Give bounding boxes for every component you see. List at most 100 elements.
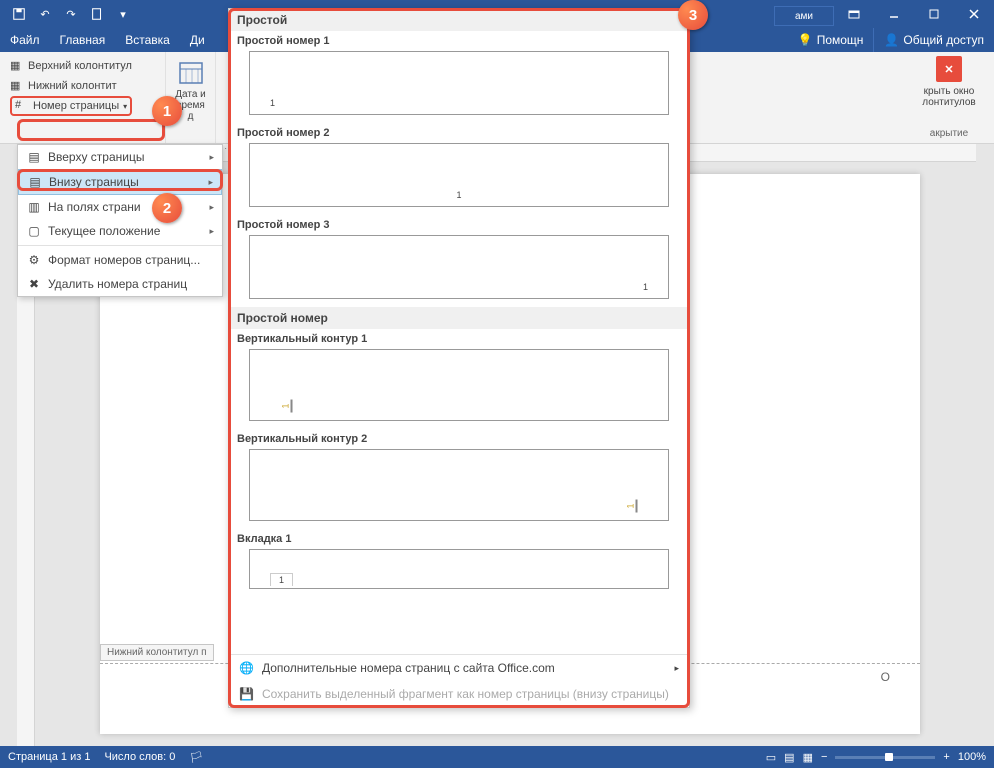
menu-format-numbers[interactable]: ⚙ Формат номеров страниц... <box>18 248 222 272</box>
gallery-save-selection: 💾 Сохранить выделенный фрагмент как номе… <box>229 681 689 707</box>
statusbar: Страница 1 из 1 Число слов: 0 🏳 ▭ ▤ ▦ − … <box>0 746 994 768</box>
badge-2: 2 <box>152 193 182 223</box>
quick-access-toolbar: ↶ ↷ ▾ <box>0 3 142 25</box>
header-icon: ▦ <box>10 59 24 73</box>
gallery-item-label: Вертикальный контур 1 <box>237 333 681 345</box>
tab-file[interactable]: Файл <box>0 28 50 52</box>
tell-me-label: Помощн <box>817 33 864 47</box>
menu-remove-label: Удалить номера страниц <box>48 277 187 291</box>
share-button[interactable]: 👤 Общий доступ <box>873 28 994 52</box>
menu-bottom-of-page[interactable]: ▤ Внизу страницы ▸ <box>18 169 222 195</box>
gallery-item-simple3[interactable]: Простой номер 3 1 <box>229 215 689 307</box>
menu-top-label: Вверху страницы <box>48 150 144 164</box>
tab-design[interactable]: Ди <box>180 28 215 52</box>
menu-current-position[interactable]: ▢ Текущее положение ▸ <box>18 219 222 243</box>
page-number-icon: # <box>15 99 29 113</box>
status-page[interactable]: Страница 1 из 1 <box>8 751 90 763</box>
header-button[interactable]: ▦ Верхний колонтитул <box>6 56 159 76</box>
ribbon-display-button[interactable] <box>834 0 874 28</box>
gallery-item-simple1[interactable]: Простой номер 1 1 <box>229 31 689 123</box>
page-margins-icon: ▥ <box>26 199 42 215</box>
close-label2: лонтитулов <box>914 97 984 108</box>
badge-1: 1 <box>152 96 182 126</box>
menu-separator <box>18 245 222 246</box>
close-window-button[interactable] <box>954 0 994 28</box>
footer-icon: ▦ <box>10 79 24 93</box>
remove-icon: ✖ <box>26 276 42 292</box>
gallery-item-vertical2[interactable]: Вертикальный контур 2 1 <box>229 429 689 529</box>
new-doc-button[interactable] <box>86 3 108 25</box>
tab-home[interactable]: Главная <box>50 28 116 52</box>
close-group-label: акрытие <box>914 128 984 139</box>
zoom-in-button[interactable]: + <box>943 751 949 763</box>
tell-me-button[interactable]: 💡 Помощн <box>788 28 874 52</box>
menu-page-margins[interactable]: ▥ На полях страни ▸ <box>18 195 222 219</box>
close-header-footer-button[interactable]: ✕ <box>936 56 962 82</box>
view-read-icon[interactable]: ▭ <box>766 751 776 764</box>
ribbon-group-close: ✕ крыть окно лонтитулов акрытие <box>904 52 994 143</box>
page-number-gallery: Простой Простой номер 1 1 Простой номер … <box>228 8 690 708</box>
page-number-button[interactable]: # Номер страницы ▾ <box>6 96 159 116</box>
zoom-slider[interactable] <box>835 756 935 759</box>
chevron-down-icon: ▾ <box>123 102 127 111</box>
gallery-item-label: Вкладка 1 <box>237 533 681 545</box>
gallery-item-label: Простой номер 2 <box>237 127 681 139</box>
zoom-level[interactable]: 100% <box>958 751 986 763</box>
page-content-char: O <box>881 670 890 684</box>
header-label: Верхний колонтитул <box>28 60 132 72</box>
ribbon-context-tab[interactable]: ами <box>774 6 834 26</box>
gallery-item-simple2[interactable]: Простой номер 2 1 <box>229 123 689 215</box>
share-label: Общий доступ <box>903 33 984 47</box>
qat-more-button[interactable]: ▾ <box>112 3 134 25</box>
calendar-icon <box>177 58 205 86</box>
gallery-more-label: Дополнительные номера страниц с сайта Of… <box>262 661 555 675</box>
maximize-button[interactable] <box>914 0 954 28</box>
share-icon: 👤 <box>884 33 899 47</box>
page-number-label: Номер страницы <box>33 100 119 112</box>
save-selection-icon: 💾 <box>239 687 254 701</box>
datetime-label1: Дата и <box>172 89 209 100</box>
gallery-item-tab1[interactable]: Вкладка 1 1 <box>229 529 689 597</box>
gallery-section-simple: Простой <box>229 9 689 31</box>
bulb-icon: 💡 <box>798 33 813 47</box>
menu-top-of-page[interactable]: ▤ Вверху страницы ▸ <box>18 145 222 169</box>
close-label1: крыть окно <box>914 86 984 97</box>
chevron-right-icon: ▸ <box>674 663 679 674</box>
gallery-item-label: Вертикальный контур 2 <box>237 433 681 445</box>
status-language-icon[interactable]: 🏳 <box>189 751 203 764</box>
gallery-item-label: Простой номер 1 <box>237 35 681 47</box>
redo-button[interactable]: ↷ <box>60 3 82 25</box>
status-words[interactable]: Число слов: 0 <box>104 751 175 763</box>
gallery-save-label: Сохранить выделенный фрагмент как номер … <box>262 687 669 701</box>
office-icon: 🌐 <box>239 661 254 675</box>
page-bottom-icon: ▤ <box>27 174 43 190</box>
footer-button[interactable]: ▦ Нижний колонтит <box>6 76 159 96</box>
format-icon: ⚙ <box>26 252 42 268</box>
page-number-menu: ▤ Вверху страницы ▸ ▤ Внизу страницы ▸ ▥… <box>17 144 223 297</box>
menu-margins-label: На полях страни <box>48 200 141 214</box>
menu-format-label: Формат номеров страниц... <box>48 253 200 267</box>
undo-button[interactable]: ↶ <box>34 3 56 25</box>
gallery-section-simple-number: Простой номер <box>229 307 689 329</box>
ribbon-group-header-footer: ▦ Верхний колонтитул ▦ Нижний колонтит #… <box>0 52 166 143</box>
gallery-more-office[interactable]: 🌐 Дополнительные номера страниц с сайта … <box>229 655 689 681</box>
view-web-icon[interactable]: ▦ <box>803 751 813 764</box>
tab-insert[interactable]: Вставка <box>115 28 180 52</box>
chevron-right-icon: ▸ <box>209 202 214 213</box>
menu-bottom-label: Внизу страницы <box>49 175 139 189</box>
menu-current-label: Текущее положение <box>48 224 160 238</box>
menu-remove-numbers[interactable]: ✖ Удалить номера страниц <box>18 272 222 296</box>
gallery-footer: 🌐 Дополнительные номера страниц с сайта … <box>229 654 689 707</box>
badge-3: 3 <box>678 0 708 30</box>
chevron-right-icon: ▸ <box>209 226 214 237</box>
gallery-item-label: Простой номер 3 <box>237 219 681 231</box>
footer-tag: Нижний колонтитул п <box>100 644 214 661</box>
current-pos-icon: ▢ <box>26 223 42 239</box>
view-print-icon[interactable]: ▤ <box>784 751 794 764</box>
zoom-out-button[interactable]: − <box>821 751 827 763</box>
chevron-right-icon: ▸ <box>209 152 214 163</box>
gallery-item-vertical1[interactable]: Вертикальный контур 1 1 <box>229 329 689 429</box>
save-button[interactable] <box>8 3 30 25</box>
minimize-button[interactable] <box>874 0 914 28</box>
window-controls <box>834 0 994 28</box>
